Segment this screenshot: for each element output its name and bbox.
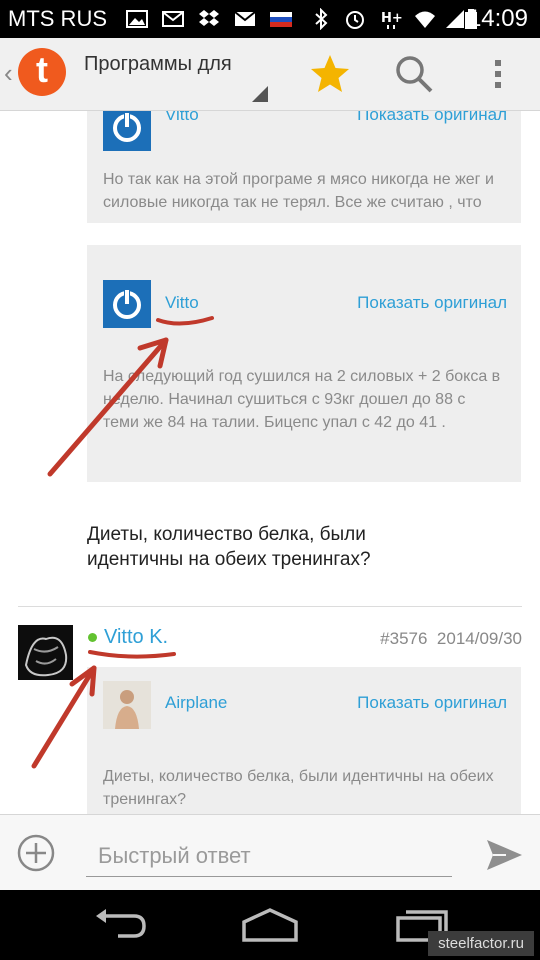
image-icon xyxy=(126,10,148,28)
carrier-label: MTS RUS xyxy=(8,6,107,31)
show-original-link[interactable]: Показать оригинал xyxy=(357,693,507,713)
quote-block: Vitto Показать оригинал Но так как на эт… xyxy=(87,111,521,223)
star-icon[interactable] xyxy=(306,50,354,98)
home-icon[interactable] xyxy=(240,906,300,942)
post-number: #3576 xyxy=(380,629,428,648)
quote-text: Диеты, количество белка, были идентичны … xyxy=(103,768,494,808)
post-message: Диеты, количество белка, были идентичны … xyxy=(87,524,371,570)
quote-text: Но так как на этой програме я мясо никог… xyxy=(103,171,494,211)
action-bar: ‹ t Программы для xyxy=(0,38,540,111)
gmail-icon xyxy=(162,11,184,27)
online-status-icon xyxy=(88,633,97,642)
hplus-signal-icon: H+ xyxy=(381,11,402,29)
back-icon[interactable] xyxy=(90,906,150,942)
show-original-link[interactable]: Показать оригинал xyxy=(357,111,507,125)
show-original-link[interactable]: Показать оригинал xyxy=(357,293,507,313)
bluetooth-icon xyxy=(315,8,328,30)
search-icon[interactable] xyxy=(390,50,438,98)
post-date: 2014/09/30 xyxy=(436,629,522,648)
status-bar: MTS RUS H+ 14:09 xyxy=(0,0,540,38)
russian-flag-icon xyxy=(270,12,292,27)
email-icon xyxy=(234,11,256,26)
send-icon[interactable] xyxy=(484,835,524,875)
quote-author[interactable]: Airplane xyxy=(165,693,227,713)
quick-reply-input[interactable] xyxy=(86,835,452,877)
clock: 14:09 xyxy=(467,5,528,32)
up-caret-icon[interactable]: ‹ xyxy=(4,58,13,89)
overflow-icon[interactable] xyxy=(474,50,522,98)
watermark: steelfactor.ru xyxy=(428,931,534,956)
avatar[interactable] xyxy=(18,625,73,680)
quote-block: Vitto Показать оригинал На следующий год… xyxy=(87,245,521,482)
thread-content[interactable]: Vitto Показать оригинал Но так как на эт… xyxy=(0,111,540,814)
post-meta: #3576 2014/09/30 xyxy=(380,629,522,649)
post-divider xyxy=(18,606,522,607)
dropdown-indicator-icon[interactable] xyxy=(252,86,268,102)
quote-author[interactable]: Vitto xyxy=(165,111,199,125)
dropbox-icon xyxy=(199,10,219,26)
signal-icon xyxy=(446,10,464,28)
alarm-icon xyxy=(346,11,364,29)
tapatalk-icon[interactable]: t xyxy=(18,48,66,96)
power-avatar-icon xyxy=(103,111,151,151)
quote-text: На следующий год сушился на 2 силовых + … xyxy=(103,368,501,431)
wifi-icon xyxy=(415,11,435,28)
quote-author[interactable]: Vitto xyxy=(165,293,199,313)
forum-title[interactable]: Программы для xyxy=(84,52,244,76)
quote-block: Airplane Показать оригинал Диеты, количе… xyxy=(87,667,521,814)
photo-avatar-icon xyxy=(103,681,151,729)
add-attachment-icon[interactable] xyxy=(16,833,56,873)
post-username[interactable]: Vitto K. xyxy=(104,626,168,649)
svg-text:H+: H+ xyxy=(381,11,402,26)
power-avatar-icon xyxy=(103,280,151,328)
quick-reply-bar xyxy=(0,814,540,891)
